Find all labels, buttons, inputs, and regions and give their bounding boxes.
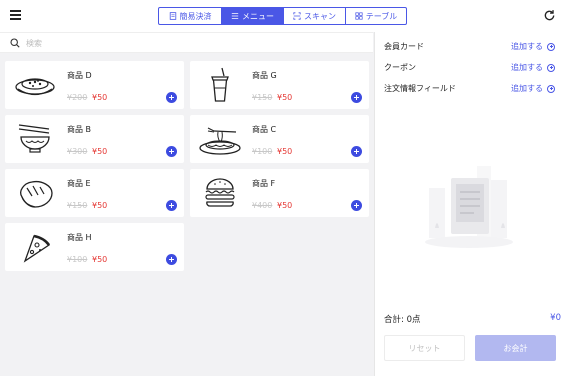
- product-name: 商品 D: [67, 71, 92, 80]
- list-icon: [231, 13, 239, 19]
- menu-icon[interactable]: [10, 10, 21, 20]
- reset-button[interactable]: リセット: [384, 335, 465, 361]
- order-panel: 会員カード 追加する クーポン 追加する 注文情報フィールド 追加する 合計: …: [374, 32, 564, 376]
- tab-label: テーブル: [365, 11, 398, 21]
- original-price: ¥300: [67, 147, 88, 156]
- product-card[interactable]: 商品 H ¥100 ¥50: [5, 223, 184, 271]
- add-to-cart-button[interactable]: [351, 92, 362, 103]
- sale-price: ¥50: [277, 93, 293, 102]
- sale-price: ¥50: [92, 147, 108, 156]
- product-card[interactable]: 商品 C ¥100 ¥50: [190, 115, 369, 163]
- add-order-info-field-button[interactable]: 追加する: [511, 83, 555, 94]
- drink-cup-icon: [211, 67, 229, 102]
- plus-circle-icon: [547, 63, 555, 72]
- plus-circle-icon: [547, 84, 555, 93]
- receipt-icon: [169, 12, 176, 20]
- top-bar: 簡易決済 メニュー スキャン テーブル: [0, 0, 564, 32]
- tab-label: 簡易決済: [179, 11, 212, 21]
- member-card-row: 会員カード 追加する: [384, 39, 558, 53]
- add-coupon-button[interactable]: 追加する: [511, 62, 555, 73]
- mode-tabs: 簡易決済 メニュー スキャン テーブル: [158, 7, 407, 25]
- product-name: 商品 B: [67, 125, 92, 134]
- search-icon: [10, 38, 20, 48]
- add-to-cart-button[interactable]: [166, 92, 177, 103]
- bread-icon: [20, 180, 53, 208]
- product-name: 商品 E: [67, 179, 91, 188]
- total-label: 合計: 0点: [384, 315, 421, 325]
- member-card-label: 会員カード: [384, 42, 424, 51]
- tab-label: スキャン: [304, 11, 336, 21]
- original-price: ¥150: [252, 93, 273, 102]
- refresh-icon[interactable]: [543, 9, 556, 22]
- total-amount: ¥0: [550, 313, 561, 323]
- spaghetti-icon: [199, 127, 241, 155]
- product-card[interactable]: 商品 F ¥400 ¥50: [190, 169, 369, 217]
- tab-quick-pay[interactable]: 簡易決済: [159, 8, 221, 24]
- plus-circle-icon: [547, 42, 555, 51]
- curry-rice-icon: [15, 78, 55, 96]
- noodle-bowl-icon: [18, 124, 50, 153]
- pizza-icon: [23, 234, 51, 263]
- product-name: 商品 C: [252, 125, 277, 134]
- original-price: ¥400: [252, 201, 273, 210]
- add-to-cart-button[interactable]: [166, 200, 177, 211]
- add-label: 追加する: [511, 63, 543, 72]
- add-label: 追加する: [511, 84, 543, 93]
- original-price: ¥150: [67, 201, 88, 210]
- sale-price: ¥50: [92, 255, 108, 264]
- product-name: 商品 H: [67, 233, 92, 242]
- add-label: 追加する: [511, 42, 543, 51]
- coupon-row: クーポン 追加する: [384, 60, 558, 74]
- scan-icon: [293, 12, 301, 20]
- checkout-button[interactable]: お会計: [475, 335, 556, 361]
- add-to-cart-button[interactable]: [166, 254, 177, 265]
- grid-icon: [355, 12, 363, 20]
- original-price: ¥100: [252, 147, 273, 156]
- order-info-field-row: 注文情報フィールド 追加する: [384, 81, 558, 95]
- product-name: 商品 F: [252, 179, 276, 188]
- tab-menu[interactable]: メニュー: [221, 8, 283, 24]
- add-member-card-button[interactable]: 追加する: [511, 41, 555, 52]
- original-price: ¥100: [67, 255, 88, 264]
- search-bar: [0, 32, 373, 53]
- original-price: ¥200: [67, 93, 88, 102]
- add-to-cart-button[interactable]: [351, 200, 362, 211]
- product-name: 商品 G: [252, 71, 277, 80]
- tab-label: メニュー: [242, 11, 274, 21]
- product-card[interactable]: 商品 D ¥200 ¥50: [5, 61, 184, 109]
- add-to-cart-button[interactable]: [166, 146, 177, 157]
- add-to-cart-button[interactable]: [351, 146, 362, 157]
- coupon-label: クーポン: [384, 63, 416, 72]
- sale-price: ¥50: [277, 201, 293, 210]
- sale-price: ¥50: [92, 201, 108, 210]
- search-input[interactable]: [26, 35, 356, 51]
- burger-icon: [205, 178, 235, 207]
- product-card[interactable]: 商品 G ¥150 ¥50: [190, 61, 369, 109]
- tab-table[interactable]: テーブル: [345, 8, 406, 24]
- empty-cart-illustration: [425, 166, 513, 248]
- order-info-field-label: 注文情報フィールド: [384, 84, 456, 93]
- product-card[interactable]: 商品 E ¥150 ¥50: [5, 169, 184, 217]
- sale-price: ¥50: [92, 93, 108, 102]
- tab-scan[interactable]: スキャン: [283, 8, 345, 24]
- sale-price: ¥50: [277, 147, 293, 156]
- product-card[interactable]: 商品 B ¥300 ¥50: [5, 115, 184, 163]
